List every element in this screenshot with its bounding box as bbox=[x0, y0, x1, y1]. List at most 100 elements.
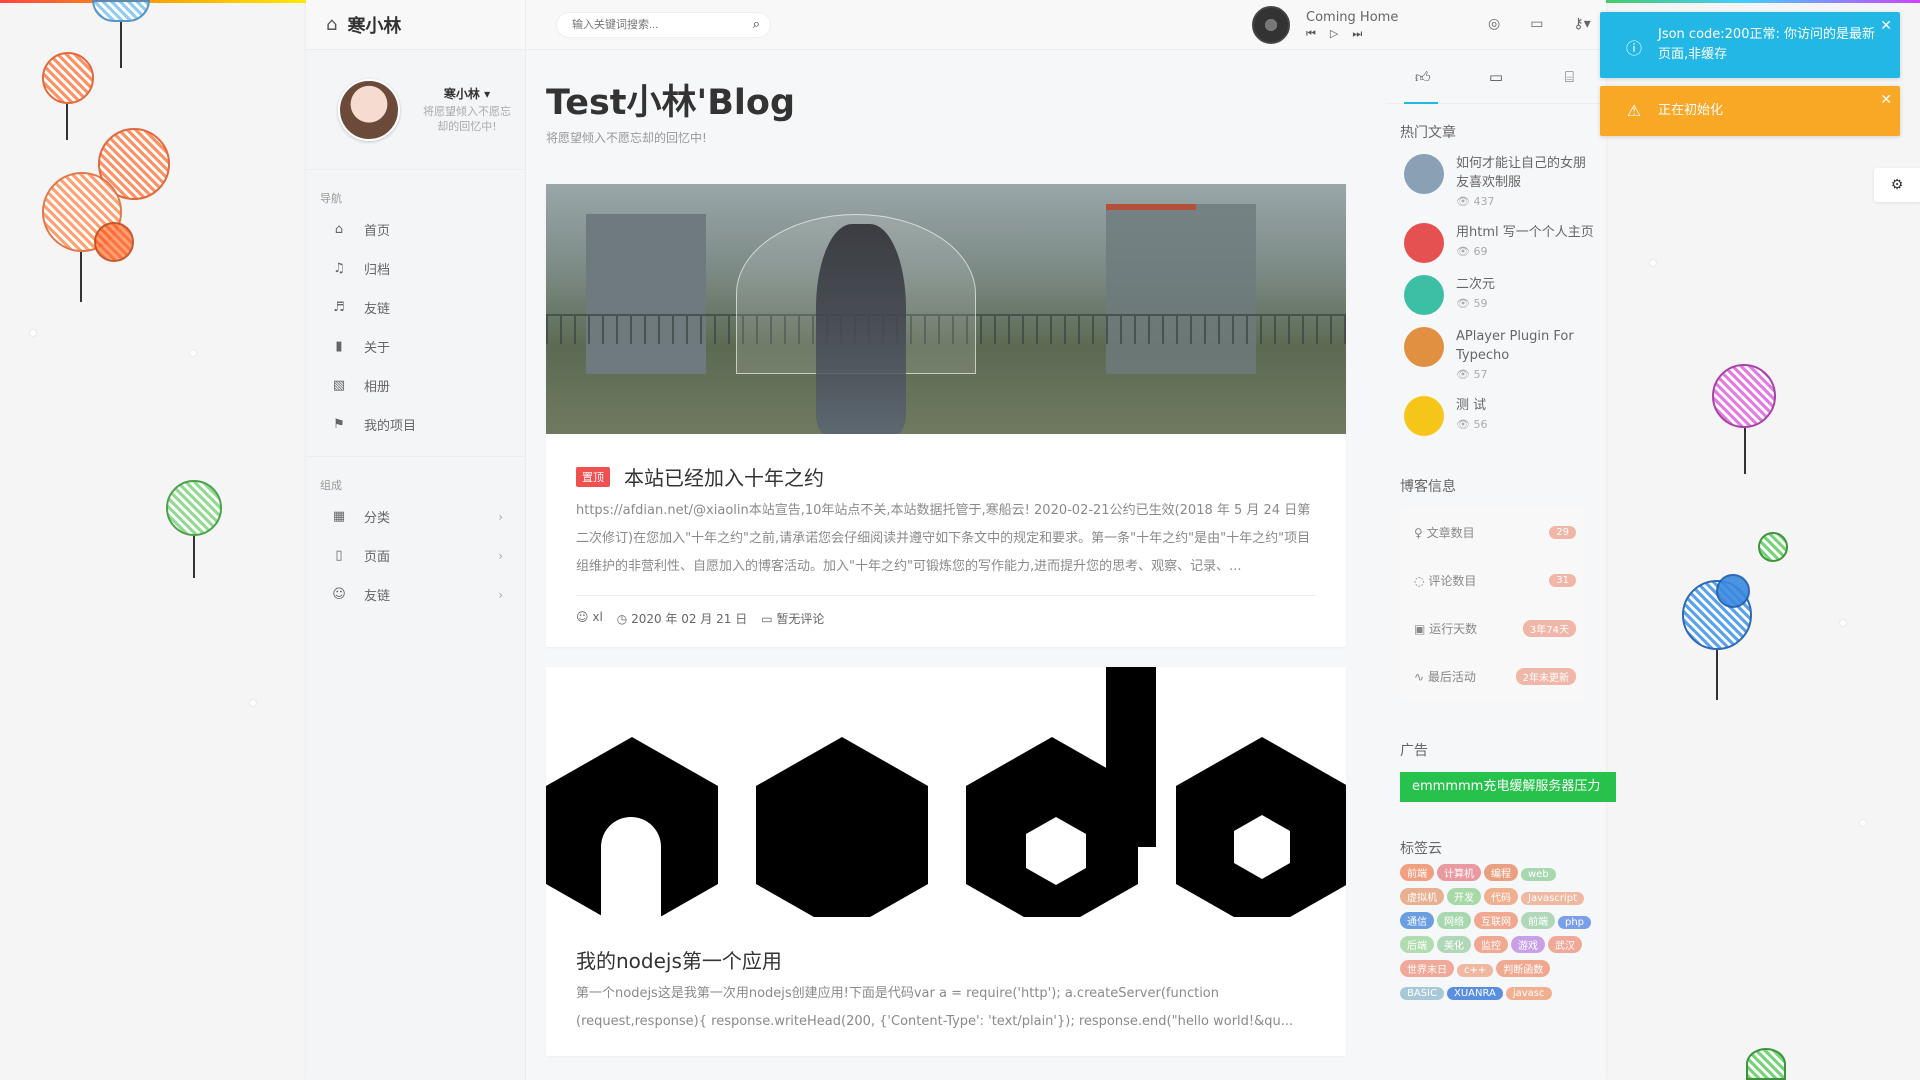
settings-gear-icon[interactable]: ⚙ bbox=[1874, 168, 1920, 202]
sidebar-item-projects[interactable]: ⚑ 我的项目 bbox=[306, 405, 525, 444]
search-input[interactable] bbox=[572, 13, 742, 37]
post-title[interactable]: 我的nodejs第一个应用 bbox=[576, 945, 1316, 974]
chat-icon[interactable]: ▭ bbox=[1530, 16, 1543, 32]
post-title[interactable]: 置顶 本站已经加入十年之约 bbox=[576, 462, 1316, 491]
search-box[interactable]: ⌕ bbox=[556, 12, 771, 38]
hot-post-thumbnail[interactable] bbox=[1404, 327, 1444, 367]
tag-item[interactable]: 判断函数 bbox=[1496, 960, 1551, 977]
tag-item[interactable]: 监控 bbox=[1474, 936, 1508, 953]
view-count: 👁︎ 57 bbox=[1456, 368, 1488, 381]
tag-item[interactable]: 武汉 bbox=[1548, 936, 1582, 953]
tag-item[interactable]: 编程 bbox=[1484, 864, 1518, 881]
album-cover[interactable] bbox=[1252, 6, 1290, 44]
sidebar-item-about[interactable]: ▮ 关于 bbox=[306, 327, 525, 366]
sidebar-item-label: 首页 bbox=[364, 224, 391, 239]
brand-title[interactable]: 寒小林 bbox=[347, 12, 401, 38]
hot-post-thumbnail[interactable] bbox=[1404, 396, 1444, 436]
post-excerpt: 第一个nodejs这是我第一次用nodejs创建应用!下面是代码var a = … bbox=[576, 986, 1294, 1029]
notification-warning: ⚠ 正在初始化 ✕ bbox=[1600, 86, 1900, 136]
hot-post-item[interactable]: 如何才能让自己的女朋友喜欢制服 👁︎ 437 bbox=[1386, 154, 1606, 223]
ad-title: 广告 bbox=[1400, 743, 1428, 759]
hot-post-title[interactable]: APlayer Plugin For Typecho bbox=[1456, 327, 1596, 365]
hot-post-item[interactable]: 测 试 👁︎ 56 bbox=[1386, 396, 1606, 448]
tag-item[interactable]: 美化 bbox=[1437, 936, 1471, 953]
tag-item[interactable]: php bbox=[1558, 916, 1592, 929]
thumbs-up-icon[interactable]: 👍︎ bbox=[1386, 50, 1459, 103]
home-icon: ⌂ bbox=[334, 222, 344, 237]
caret-down-icon[interactable]: ▾ bbox=[484, 87, 490, 101]
post-author[interactable]: ☺ xl bbox=[576, 610, 603, 627]
tag-item[interactable]: BASIC bbox=[1400, 987, 1444, 1000]
post-title-text[interactable]: 本站已经加入十年之约 bbox=[624, 462, 824, 491]
book-icon: ▮ bbox=[335, 339, 343, 354]
tag-item[interactable]: 互联网 bbox=[1474, 912, 1518, 929]
tag-item[interactable]: 世界末日 bbox=[1400, 960, 1454, 977]
tag-item[interactable]: javasc bbox=[1505, 987, 1552, 1000]
key-icon[interactable]: ⚷▾ bbox=[1573, 16, 1590, 32]
hot-post-thumbnail[interactable] bbox=[1404, 223, 1444, 263]
tag-item[interactable]: 游戏 bbox=[1511, 936, 1545, 953]
view-count: 👁︎ 56 bbox=[1456, 418, 1488, 431]
sidebar-item-album[interactable]: ▧ 相册 bbox=[306, 366, 525, 405]
post-title-text[interactable]: 我的nodejs第一个应用 bbox=[576, 945, 782, 974]
tag-item[interactable]: 计算机 bbox=[1437, 864, 1481, 881]
tag-item[interactable]: 网络 bbox=[1437, 912, 1471, 929]
hot-post-title[interactable]: 如何才能让自己的女朋友喜欢制服 bbox=[1456, 154, 1596, 192]
info-icon: ⓘ bbox=[1625, 39, 1642, 58]
close-icon[interactable]: ✕ bbox=[1880, 92, 1892, 108]
hot-posts-title: 热门文章 bbox=[1400, 125, 1456, 141]
balloon-decoration bbox=[1712, 364, 1776, 428]
hot-post-thumbnail[interactable] bbox=[1404, 275, 1444, 315]
hot-post-item[interactable]: 用html 写一个个人主页 👁︎ 69 bbox=[1386, 223, 1606, 275]
tag-item[interactable]: c++ bbox=[1457, 964, 1494, 977]
home-icon[interactable]: ⌂ bbox=[326, 14, 337, 35]
close-icon[interactable]: ✕ bbox=[1880, 18, 1892, 34]
profile-name[interactable]: 寒小林 ▾ bbox=[422, 85, 512, 102]
hot-post-title[interactable]: 二次元 bbox=[1456, 275, 1495, 294]
play-icon[interactable]: ▷ bbox=[1330, 27, 1352, 40]
warning-icon: ⚠ bbox=[1626, 101, 1642, 120]
music-player: Coming Home ⏮▷⏭ bbox=[1252, 6, 1398, 44]
tag-item[interactable]: 前端 bbox=[1400, 864, 1434, 881]
post-thumbnail[interactable] bbox=[546, 184, 1346, 434]
tag-item[interactable]: 前端 bbox=[1521, 912, 1555, 929]
sidebar-item-friends[interactable]: ☺ 友链 › bbox=[306, 575, 525, 614]
hot-post-item[interactable]: 二次元 👁︎ 59 bbox=[1386, 275, 1606, 327]
brand-bar[interactable]: ⌂ 寒小林 bbox=[306, 0, 525, 50]
tag-item[interactable]: Javascript bbox=[1521, 892, 1584, 905]
blog-info-title: 博客信息 bbox=[1400, 479, 1456, 495]
view-count: 👁︎ 69 bbox=[1456, 245, 1488, 258]
post-comments[interactable]: ▭ 暂无评论 bbox=[761, 610, 824, 627]
gift-icon[interactable]: ⌸ bbox=[1533, 50, 1606, 103]
previous-icon[interactable]: ⏮ bbox=[1306, 27, 1330, 40]
sidebar-item-pages[interactable]: ▯ 页面 › bbox=[306, 536, 525, 575]
pin-icon: ♀ bbox=[1414, 525, 1423, 540]
ad-banner[interactable]: emmmmm充电缓解服务器压力 bbox=[1400, 772, 1616, 802]
hot-post-title[interactable]: 测 试 bbox=[1456, 396, 1487, 415]
tag-item[interactable]: web bbox=[1521, 868, 1556, 881]
tag-item[interactable]: 代码 bbox=[1484, 888, 1518, 905]
app-wrapper: ⌂ 寒小林 寒小林 ▾ 将愿望倾入不愿忘却的回忆中! 导航 ⌂ 首页 ♫ 归档 ♬ 友… bbox=[306, 0, 1616, 1080]
post-thumbnail[interactable] bbox=[546, 667, 1346, 917]
comment-icon[interactable]: ▭ bbox=[1459, 50, 1532, 103]
sidebar-item-home[interactable]: ⌂ 首页 bbox=[306, 210, 525, 249]
sidebar-item-label: 页面 bbox=[364, 550, 391, 565]
search-icon[interactable]: ⌕ bbox=[753, 17, 760, 32]
song-title: Coming Home bbox=[1306, 9, 1399, 25]
tag-item[interactable]: XUANRA bbox=[1446, 987, 1503, 1000]
hot-post-item[interactable]: APlayer Plugin For Typecho 👁︎ 57 bbox=[1386, 327, 1606, 396]
next-icon[interactable]: ⏭ bbox=[1352, 27, 1376, 40]
sidebar-item-archive[interactable]: ♫ 归档 bbox=[306, 249, 525, 288]
hot-post-title[interactable]: 用html 写一个个人主页 bbox=[1456, 223, 1594, 242]
target-icon[interactable]: ◎ bbox=[1488, 16, 1500, 32]
sidebar-item-links[interactable]: ♬ 友链 bbox=[306, 288, 525, 327]
tag-item[interactable]: 开发 bbox=[1447, 888, 1481, 905]
avatar[interactable] bbox=[338, 78, 400, 141]
tag-item[interactable]: 后端 bbox=[1400, 936, 1434, 953]
sidebar-item-category[interactable]: ▦ 分类 › bbox=[306, 497, 525, 536]
hot-post-thumbnail[interactable] bbox=[1404, 154, 1444, 194]
image-icon: ▧ bbox=[332, 378, 346, 393]
tag-cloud: 前端 计算机 编程 web虚拟机 开发 代码 Javascript通信 网络 互联网 前端 php后… bbox=[1400, 864, 1600, 1007]
tag-item[interactable]: 虚拟机 bbox=[1400, 888, 1444, 905]
tag-item[interactable]: 通信 bbox=[1400, 912, 1434, 929]
